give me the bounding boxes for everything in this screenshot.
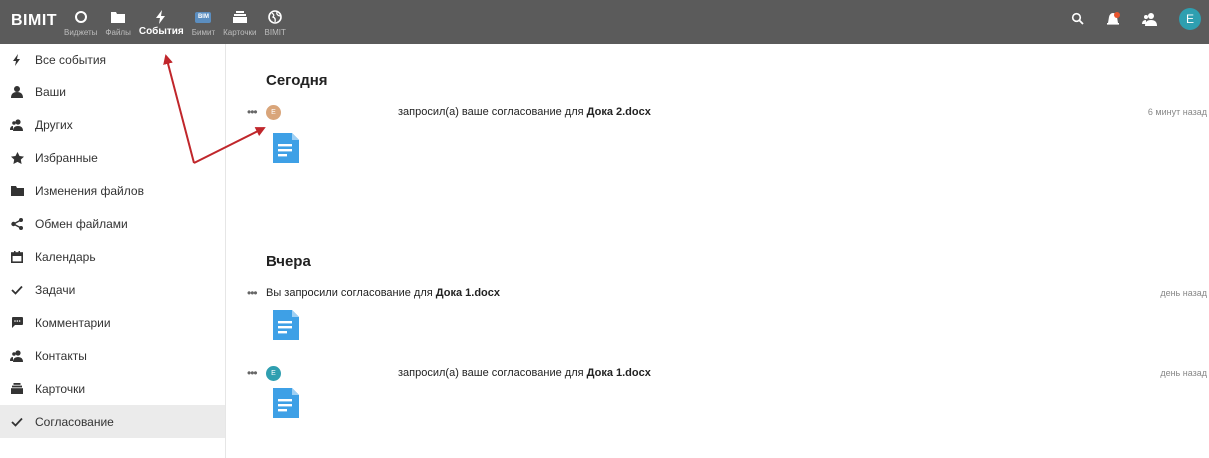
document-icon[interactable] (273, 388, 299, 418)
users-icon (10, 118, 24, 132)
activity-message: Вы запросили согласование для (266, 287, 436, 299)
more-options-button[interactable]: ••• (247, 366, 258, 380)
activity-message: запросил(а) ваше согласование для (398, 106, 587, 118)
sidebar-item-yours[interactable]: Ваши (0, 75, 225, 108)
app-label: Бимит (191, 28, 216, 37)
bim-logo-icon: BIM (194, 9, 212, 25)
sidebar-item-label: Ваши (35, 84, 67, 99)
activity-text: запросил(а) ваше согласование для Дока 1… (398, 367, 651, 379)
document-icon[interactable] (273, 310, 299, 340)
user-avatar[interactable]: E (1179, 8, 1201, 30)
sidebar-item-calendar[interactable]: Календарь (0, 240, 225, 273)
sidebar: Все события Ваши Других Избранные Измене… (0, 44, 226, 458)
top-bar: BIMIT Виджеты Файлы События BIM Бимит Ка… (0, 0, 1209, 44)
app-label: Файлы (105, 28, 131, 37)
avatar[interactable]: E (266, 366, 281, 381)
header-actions: E (1051, 8, 1201, 30)
sidebar-item-file-sharing[interactable]: Обмен файлами (0, 207, 225, 240)
file-link[interactable]: Дока 2.docx (587, 106, 651, 118)
section-title-yesterday: Вчера (266, 253, 311, 270)
bim-badge: BIM (195, 11, 212, 23)
activity-item: ••• E запросил(а) ваше согласование для … (247, 364, 1207, 384)
sidebar-item-label: Согласование (35, 414, 114, 429)
sidebar-item-approval[interactable]: Согласование (0, 405, 225, 438)
search-icon[interactable] (1071, 12, 1085, 26)
sidebar-item-label: Обмен файлами (35, 216, 128, 231)
activity-item: ••• E запросил(а) ваше согласование для … (247, 103, 1207, 123)
timestamp: 6 минут назад (1147, 107, 1207, 117)
app-bimit-site[interactable]: BIMIT (261, 0, 290, 44)
avatar[interactable]: E (266, 105, 281, 120)
sidebar-item-favorites[interactable]: Избранные (0, 141, 225, 174)
app-label: Виджеты (64, 28, 98, 37)
app-widgets[interactable]: Виджеты (60, 0, 101, 44)
sidebar-item-label: Других (35, 117, 73, 132)
sidebar-item-label: Контакты (35, 348, 87, 363)
activity-item: ••• Вы запросили согласование для Дока 1… (247, 284, 1207, 304)
globe-icon (266, 9, 284, 25)
sidebar-item-cards[interactable]: Карточки (0, 372, 225, 405)
lightning-icon (152, 9, 170, 25)
sidebar-item-label: Все события (35, 52, 107, 67)
circle-icon (72, 9, 90, 25)
comment-icon (10, 316, 24, 330)
activity-message: запросил(а) ваше согласование для (398, 367, 587, 379)
more-options-button[interactable]: ••• (247, 105, 258, 119)
user-icon (10, 85, 24, 99)
check-icon (10, 415, 24, 429)
calendar-icon (10, 250, 24, 264)
app-label: BIMIT (264, 28, 286, 37)
app-label: События (138, 26, 184, 37)
app-bimit[interactable]: BIM Бимит (188, 0, 219, 44)
check-icon (10, 283, 24, 297)
sidebar-item-label: Избранные (35, 150, 98, 165)
lightning-icon (10, 53, 24, 67)
sidebar-item-label: Изменения файлов (35, 183, 144, 198)
timestamp: день назад (1160, 288, 1207, 298)
sidebar-item-comments[interactable]: Комментарии (0, 306, 225, 339)
folder-icon (109, 9, 127, 25)
file-link[interactable]: Дока 1.docx (436, 287, 500, 299)
activity-text: Вы запросили согласование для Дока 1.doc… (266, 287, 500, 299)
activity-stream: Сегодня ••• E запросил(а) ваше согласова… (227, 44, 1209, 458)
document-icon[interactable] (273, 133, 299, 163)
contacts-icon (10, 349, 24, 363)
sidebar-item-label: Комментарии (35, 315, 111, 330)
sidebar-item-all-events[interactable]: Все события (0, 44, 225, 75)
sidebar-item-tasks[interactable]: Задачи (0, 273, 225, 306)
section-title-today: Сегодня (266, 72, 328, 89)
app-files[interactable]: Файлы (101, 0, 134, 44)
folder-icon (10, 184, 24, 198)
activity-text: запросил(а) ваше согласование для Дока 2… (398, 106, 651, 118)
sidebar-item-file-changes[interactable]: Изменения файлов (0, 174, 225, 207)
sidebar-item-label: Карточки (35, 381, 86, 396)
logo[interactable]: BIMIT (11, 12, 57, 30)
sidebar-item-contacts[interactable]: Контакты (0, 339, 225, 372)
app-menu: Виджеты Файлы События BIM Бимит Карточки (60, 0, 290, 44)
notifications-icon[interactable] (1105, 11, 1121, 27)
cards-icon (231, 9, 249, 25)
star-icon (10, 151, 24, 165)
sidebar-item-label: Задачи (35, 282, 76, 297)
app-cards[interactable]: Карточки (219, 0, 260, 44)
share-icon (10, 217, 24, 231)
cards-icon (10, 382, 24, 396)
app-label: Карточки (223, 28, 257, 37)
contacts-icon[interactable] (1141, 12, 1159, 26)
sidebar-item-label: Календарь (35, 249, 96, 264)
file-link[interactable]: Дока 1.docx (587, 367, 651, 379)
sidebar-item-others[interactable]: Других (0, 108, 225, 141)
more-options-button[interactable]: ••• (247, 286, 258, 300)
timestamp: день назад (1160, 368, 1207, 378)
app-events[interactable]: События (135, 0, 188, 44)
